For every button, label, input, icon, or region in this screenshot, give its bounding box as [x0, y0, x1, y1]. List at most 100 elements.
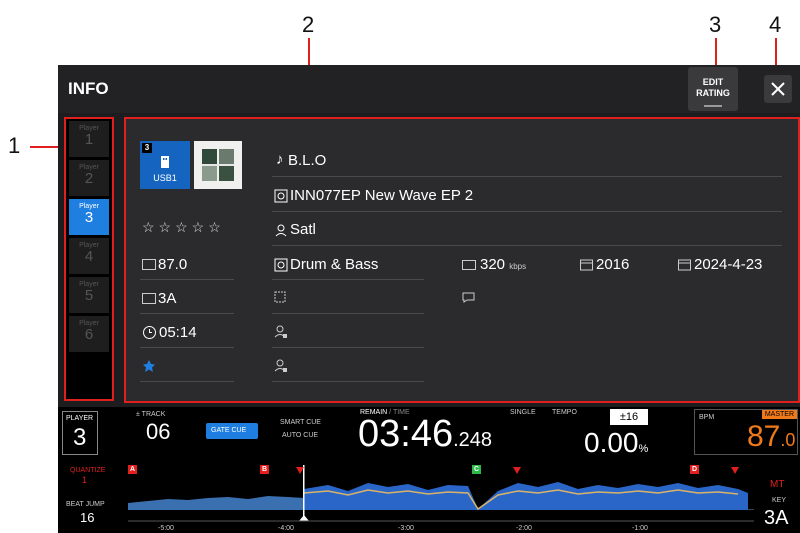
key-value: 3A: [158, 290, 177, 307]
cue-marker-b: B: [260, 465, 269, 474]
key-label: KEY: [772, 497, 787, 504]
track-label: ± TRACK: [136, 411, 166, 418]
smart-cue-label: SMART CUE: [280, 419, 321, 426]
bitrate-value: 320 kbps: [480, 256, 526, 273]
player-item-3[interactable]: Player 3: [69, 199, 109, 235]
bpm-decimal: .0: [780, 430, 796, 450]
remain-main: 03:46: [358, 413, 454, 455]
player-number: 6: [84, 326, 94, 343]
deck-status-bar: PLAYER 3 ± TRACK 06 GATE CUE SMART CUE A…: [58, 407, 800, 533]
time-tick-4: -4:00: [278, 525, 294, 532]
label-icon: [274, 291, 286, 303]
cue-marker-d: D: [690, 465, 699, 474]
time-tick-5: -5:00: [158, 525, 174, 532]
composer-icon: [274, 359, 287, 372]
divider: [272, 176, 782, 177]
usb-icon: [161, 156, 169, 168]
year-value: 2016: [596, 256, 630, 273]
artist-icon: [275, 224, 287, 237]
master-badge[interactable]: MASTER: [761, 410, 797, 419]
waveform: [128, 465, 754, 522]
beat-jump-value: 16: [80, 510, 95, 525]
tempo-range: ±16: [619, 411, 639, 423]
callout-3-line: [715, 38, 717, 68]
player-number: 4: [84, 248, 94, 265]
time-tick-2: -2:00: [516, 525, 532, 532]
quantize-value: 1: [82, 475, 88, 485]
bitrate-icon: [462, 260, 476, 270]
tempo-label: TEMPO: [552, 409, 577, 416]
rating-stars: ☆☆☆☆☆: [142, 219, 225, 235]
player-number: 5: [84, 287, 94, 304]
time-tick-1: -1:00: [632, 525, 648, 532]
cue-marker-a: A: [128, 465, 137, 474]
divider: [272, 347, 424, 348]
player-number: 2: [84, 170, 94, 187]
divider: [272, 381, 424, 382]
gate-cue-label: GATE CUE: [211, 427, 247, 434]
time-value: 05:14: [159, 324, 197, 341]
tempo-range-box: ±16: [610, 409, 648, 425]
comment-icon: [462, 292, 475, 303]
beat-jump-label: BEAT JUMP: [66, 501, 105, 508]
single-label: SINGLE: [510, 409, 536, 416]
page-title: INFO: [68, 79, 109, 98]
callout-4: 4: [769, 12, 782, 37]
bpm-display: 87.0: [747, 420, 795, 454]
tempo-value: 0.00%: [584, 427, 648, 459]
mt-label: MT: [770, 479, 785, 490]
divider: [272, 313, 424, 314]
genre-value: Drum & Bass: [290, 256, 379, 273]
key-display: 3A: [764, 507, 789, 529]
player-box: PLAYER 3: [62, 411, 98, 455]
player-box-number: 3: [73, 424, 87, 451]
album-artwork: [194, 141, 242, 189]
info-header: INFO EDIT RATING: [58, 65, 800, 113]
divider: [140, 313, 234, 314]
player-list: Player 1 Player 2 Player 3 Player 4 Player 5 …: [64, 117, 114, 401]
key-icon: [142, 293, 156, 304]
album-icon: [274, 189, 288, 203]
date-added-value: 2024-4-23: [694, 256, 763, 273]
auto-cue-label: AUTO CUE: [282, 432, 319, 439]
player-badge: 3: [142, 143, 152, 153]
artist-name: Satl: [290, 221, 316, 238]
quantize-label: QUANTIZE: [70, 467, 106, 474]
bpm-icon: [142, 259, 156, 270]
album-name: INN077EP New Wave EP 2: [290, 187, 474, 204]
bpm-main: 87: [747, 420, 781, 453]
cue-marker-c: C: [472, 465, 481, 474]
divider: [272, 279, 424, 280]
callout-1: 1: [8, 133, 21, 158]
gate-cue-button[interactable]: GATE CUE: [206, 423, 258, 439]
player-item-2[interactable]: Player 2: [69, 160, 109, 196]
source-artwork: 3 USB1: [140, 141, 190, 189]
player-item-5[interactable]: Player 5: [69, 277, 109, 313]
player-number: 3: [84, 209, 94, 226]
close-button[interactable]: [764, 75, 792, 103]
clock-icon: [143, 326, 156, 339]
bpm-label: BPM: [699, 414, 715, 421]
player-item-1[interactable]: Player 1: [69, 121, 109, 157]
player-number: 1: [84, 131, 94, 148]
track-info-panel: 3 USB1 ♪ B.L.O INN077EP New Wave EP 2 Sa…: [124, 117, 800, 403]
remixer-icon: [274, 325, 287, 338]
time-tick-3: -3:00: [398, 525, 414, 532]
album-art-image: [202, 149, 234, 181]
edit-rating-label-1: EDIT: [702, 77, 724, 87]
edit-rating-button[interactable]: EDIT RATING: [688, 67, 738, 111]
close-icon: [771, 82, 785, 96]
remain-ms: .248: [453, 429, 493, 451]
track-number: 06: [146, 419, 171, 444]
divider: [272, 245, 782, 246]
player-item-6[interactable]: Player 6: [69, 316, 109, 352]
callout-2: 2: [302, 12, 315, 37]
tempo-unit: %: [638, 443, 649, 455]
device-screen: INFO EDIT RATING Player 1 Player 2 Player 3…: [58, 65, 800, 533]
remain-time: 03:46.248: [358, 413, 492, 456]
player-item-4[interactable]: Player 4: [69, 238, 109, 274]
music-note-icon: ♪: [276, 151, 284, 168]
divider: [272, 211, 782, 212]
bitrate-unit: kbps: [509, 262, 527, 271]
source-label: USB1: [153, 173, 177, 183]
